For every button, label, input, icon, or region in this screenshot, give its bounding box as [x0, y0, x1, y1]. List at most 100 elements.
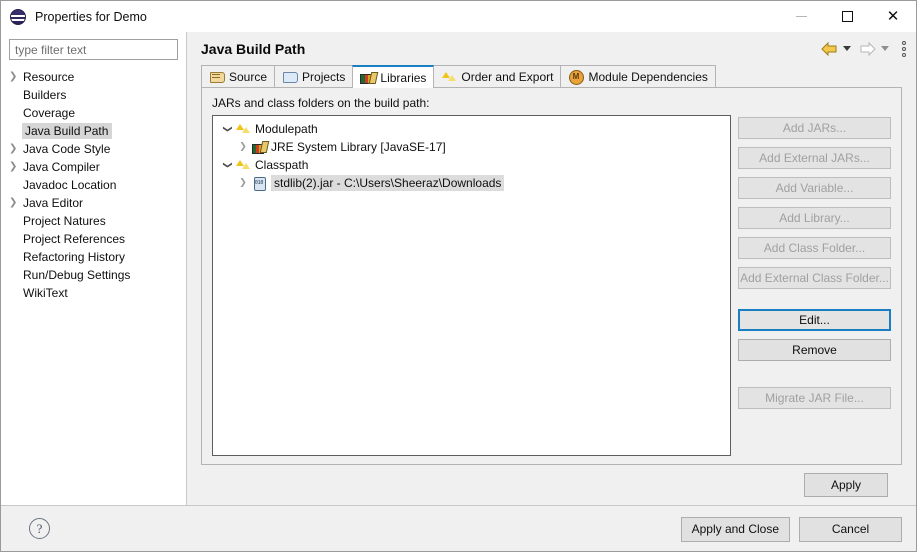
- chevron-right-icon[interactable]: ❯: [9, 144, 23, 154]
- panel-description: JARs and class folders on the build path…: [212, 96, 430, 110]
- dialog-body: ❯ Resource Builders Coverage Java Build …: [1, 32, 916, 505]
- build-path-tree[interactable]: ❯ Modulepath ❯ JRE System Library [JavaS…: [212, 115, 731, 456]
- sidebar-item-wikitext[interactable]: WikiText: [1, 284, 186, 302]
- tab-projects[interactable]: Projects: [274, 65, 354, 87]
- page-header-tools: [820, 32, 906, 65]
- tab-label: Source: [229, 69, 268, 84]
- tree-row-modulepath[interactable]: ❯ Modulepath: [215, 120, 728, 138]
- page-title: Java Build Path: [201, 40, 306, 57]
- footer-buttons: Apply and Close Cancel: [680, 506, 902, 552]
- window-controls: ✕: [778, 1, 916, 32]
- sidebar-item-java-code-style[interactable]: ❯ Java Code Style: [1, 140, 186, 158]
- page-content: Source Projects Libraries Order and Expo…: [187, 65, 916, 505]
- help-icon[interactable]: ?: [29, 518, 50, 539]
- sidebar-item-label: Run/Debug Settings: [23, 268, 131, 282]
- page-header: Java Build Path: [187, 32, 916, 65]
- tree-row-jre-system-library[interactable]: ❯ JRE System Library [JavaSE-17]: [215, 138, 728, 156]
- add-external-class-folder-button[interactable]: Add External Class Folder...: [738, 267, 891, 289]
- back-history-chevron-down-icon[interactable]: [843, 46, 851, 51]
- sidebar-item-builders[interactable]: Builders: [1, 86, 186, 104]
- libraries-tab-panel: JARs and class folders on the build path…: [201, 88, 902, 465]
- close-button[interactable]: ✕: [870, 1, 916, 32]
- sidebar-item-coverage[interactable]: Coverage: [1, 104, 186, 122]
- add-jars-button[interactable]: Add JARs...: [738, 117, 891, 139]
- tree-row-label: Classpath: [255, 158, 309, 172]
- tree-row-classpath[interactable]: ❯ Classpath: [215, 156, 728, 174]
- chevron-right-icon[interactable]: ❯: [235, 178, 251, 188]
- tab-order-and-export[interactable]: Order and Export: [433, 65, 562, 87]
- chevron-down-icon[interactable]: ❯: [222, 121, 232, 137]
- maximize-button[interactable]: [824, 1, 870, 32]
- sidebar-item-label: Java Build Path: [25, 124, 109, 138]
- edit-button[interactable]: Edit...: [738, 309, 891, 331]
- sidebar-item-project-references[interactable]: Project References: [1, 230, 186, 248]
- apply-and-close-button[interactable]: Apply and Close: [680, 516, 790, 542]
- add-library-button[interactable]: Add Library...: [738, 207, 891, 229]
- sidebar-item-label: Java Editor: [23, 196, 84, 210]
- sidebar-item-java-editor[interactable]: ❯ Java Editor: [1, 194, 186, 212]
- dialog-footer: ? Apply and Close Cancel: [1, 505, 916, 551]
- chevron-right-icon[interactable]: ❯: [9, 72, 23, 82]
- order-export-icon: [441, 69, 457, 84]
- tab-source[interactable]: Source: [201, 65, 276, 87]
- cancel-button[interactable]: Cancel: [799, 516, 902, 542]
- migrate-jar-file-button[interactable]: Migrate JAR File...: [738, 387, 891, 409]
- filter-input[interactable]: [15, 42, 172, 57]
- sidebar-item-label: Project Natures: [23, 214, 106, 228]
- module-dependencies-icon: [568, 69, 585, 85]
- tab-label: Libraries: [380, 70, 427, 85]
- tree-row-label: JRE System Library [JavaSE-17]: [271, 140, 446, 154]
- eclipse-icon: [10, 8, 26, 25]
- window-title: Properties for Demo: [35, 9, 147, 24]
- filter-box[interactable]: [9, 39, 178, 60]
- source-folder-icon: [209, 69, 225, 84]
- sidebar-item-label: Coverage: [23, 106, 76, 120]
- sidebar-item-refactoring-history[interactable]: Refactoring History: [1, 248, 186, 266]
- title-bar: Properties for Demo ✕: [1, 1, 916, 32]
- tab-label: Projects: [302, 69, 346, 84]
- sidebar-item-label: Java Compiler: [23, 160, 100, 174]
- sidebar-item-project-natures[interactable]: Project Natures: [1, 212, 186, 230]
- sidebar-item-java-compiler[interactable]: ❯ Java Compiler: [1, 158, 186, 176]
- sidebar-item-javadoc-location[interactable]: Javadoc Location: [1, 176, 186, 194]
- apply-button[interactable]: Apply: [804, 473, 888, 497]
- apply-row: Apply: [201, 465, 902, 505]
- add-class-folder-button[interactable]: Add Class Folder...: [738, 237, 891, 259]
- libraries-books-icon: [360, 70, 376, 85]
- jre-library-icon: [251, 139, 267, 155]
- sidebar-item-label: Javadoc Location: [23, 178, 117, 192]
- tree-row-label: Modulepath: [255, 122, 318, 136]
- jar-icon: [251, 175, 267, 191]
- close-icon: ✕: [886, 7, 900, 25]
- sidebar-item-label: Builders: [23, 88, 67, 102]
- back-arrow-icon[interactable]: [820, 41, 839, 57]
- chevron-right-icon[interactable]: ❯: [9, 198, 23, 208]
- view-menu-icon[interactable]: [902, 40, 906, 57]
- tab-module-dependencies[interactable]: Module Dependencies: [560, 65, 716, 87]
- remove-button[interactable]: Remove: [738, 339, 891, 361]
- forward-arrow-icon: [860, 41, 876, 56]
- minimize-button[interactable]: [778, 1, 824, 32]
- minimize-icon: [795, 16, 807, 17]
- sidebar-item-label: Project References: [23, 232, 126, 246]
- sidebar-item-resource[interactable]: ❯ Resource: [1, 68, 186, 86]
- add-external-jars-button[interactable]: Add External JARs...: [738, 147, 891, 169]
- chevron-down-icon[interactable]: ❯: [222, 157, 232, 173]
- chevron-right-icon[interactable]: ❯: [235, 142, 251, 152]
- sidebar-item-run-debug-settings[interactable]: Run/Debug Settings: [1, 266, 186, 284]
- sidebar-item-java-build-path[interactable]: Java Build Path: [1, 122, 186, 140]
- build-path-tabs: Source Projects Libraries Order and Expo…: [201, 65, 902, 88]
- forward-history-chevron-down-icon[interactable]: [881, 46, 889, 51]
- build-path-actions: Add JARs... Add External JARs... Add Var…: [738, 115, 891, 456]
- chevron-right-icon[interactable]: ❯: [9, 162, 23, 172]
- properties-dialog: Properties for Demo ✕ ❯ Resource Builder…: [0, 0, 917, 552]
- sidebar-item-label: WikiText: [23, 286, 68, 300]
- classpath-icon: [235, 157, 251, 173]
- modulepath-icon: [235, 121, 251, 137]
- tree-row-label: stdlib(2).jar - C:\Users\Sheeraz\Downloa…: [271, 175, 505, 191]
- add-variable-button[interactable]: Add Variable...: [738, 177, 891, 199]
- projects-folder-icon: [282, 69, 299, 84]
- sidebar-item-label: Refactoring History: [23, 250, 126, 264]
- tree-row-stdlib-jar[interactable]: ❯ stdlib(2).jar - C:\Users\Sheeraz\Downl…: [215, 174, 728, 192]
- tab-libraries[interactable]: Libraries: [352, 65, 435, 88]
